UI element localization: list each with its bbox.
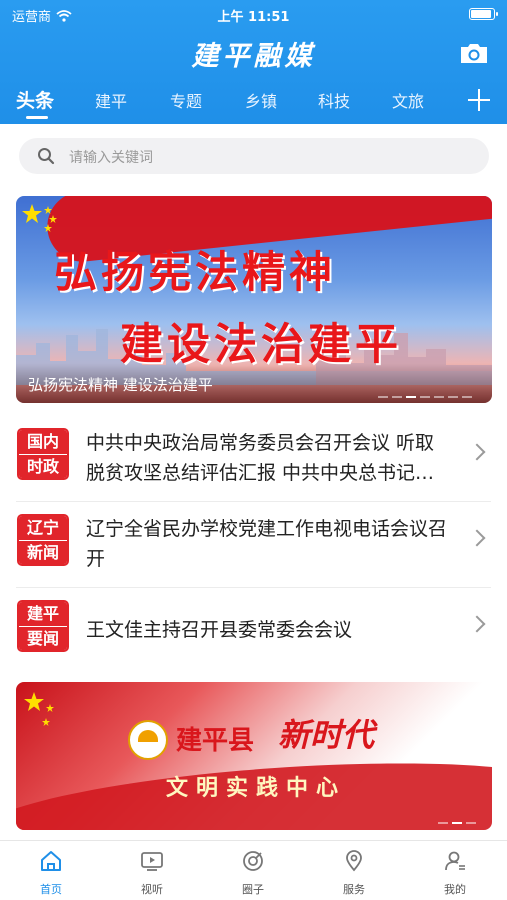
badge-line-2: 要闻 <box>19 626 67 650</box>
carousel-dot <box>378 396 388 398</box>
nav-profile[interactable]: 我的 <box>425 849 485 897</box>
home-icon <box>41 851 61 871</box>
carousel-dot-active <box>452 822 462 824</box>
tab-culture-tourism[interactable]: 文旅 <box>392 88 424 112</box>
news-item[interactable]: 辽宁 新闻 辽宁全省民办学校党建工作电视电话会议召开 <box>0 502 507 588</box>
carousel-dot <box>434 396 444 398</box>
category-badge: 辽宁 新闻 <box>17 514 69 566</box>
nav-label: 首页 <box>40 883 62 896</box>
bottom-tab-bar: 首页 视听 圈子 服务 我的 <box>0 840 507 900</box>
civilization-center-banner[interactable]: 建平县 新时代 文明实践中心 <box>16 682 492 830</box>
banner-caption: 弘扬宪法精神 建设法治建平 <box>28 376 213 394</box>
flag-stars <box>22 204 57 232</box>
category-tabs: 头条 建平 专题 乡镇 科技 文旅 <box>0 86 507 119</box>
nav-circle[interactable]: 圈子 <box>223 849 283 897</box>
badge-line-2: 时政 <box>19 454 67 478</box>
chevron-right-icon <box>468 615 486 633</box>
search-input[interactable]: 请输入关键词 <box>69 147 153 167</box>
app-title: 建平融媒 <box>191 41 316 72</box>
status-time: 上午 11:51 <box>217 10 290 25</box>
carousel-dot <box>448 396 458 398</box>
category-badge: 国内 时政 <box>17 428 69 480</box>
nav-service[interactable]: 服务 <box>324 849 384 897</box>
news-item[interactable]: 国内 时政 中共中央政治局常务委员会召开会议 听取脱贫攻坚总结评估汇报 中共中央… <box>0 416 507 502</box>
carousel-dot <box>420 396 430 398</box>
search-icon <box>38 148 55 165</box>
carousel-dot <box>392 396 402 398</box>
add-channel-icon[interactable] <box>468 89 490 111</box>
news-title: 辽宁全省民办学校党建工作电视电话会议召开 <box>86 518 448 570</box>
civilization-logo <box>128 720 168 760</box>
nav-label: 圈子 <box>242 883 264 896</box>
banner-headline-1: 弘扬宪法精神 <box>54 248 336 298</box>
news-title: 王文佳主持召开县委常委会会议 <box>86 619 353 641</box>
flag-stars <box>24 692 54 726</box>
app-screen: 运营商 上午 11:51 建平融媒 头条 建平 专题 乡镇 科技 文旅 请输入关… <box>0 0 507 900</box>
nav-label: 视听 <box>141 883 163 896</box>
chevron-right-icon <box>468 443 486 461</box>
chevron-right-icon <box>468 529 486 547</box>
badge-line-1: 国内 <box>19 430 67 454</box>
news-title: 中共中央政治局常务委员会召开会议 听取脱贫攻坚总结评估汇报 中共中央总书记习近平… <box>86 432 435 484</box>
tab-jianping[interactable]: 建平 <box>95 88 127 112</box>
nav-video[interactable]: 视听 <box>122 849 182 897</box>
video-icon <box>141 852 163 871</box>
search-bar[interactable]: 请输入关键词 <box>19 138 489 174</box>
tab-headlines[interactable]: 头条 <box>16 86 54 113</box>
tab-topics[interactable]: 专题 <box>170 88 202 112</box>
camera-icon[interactable] <box>459 42 489 64</box>
active-tab-indicator <box>26 116 48 119</box>
nav-label: 我的 <box>444 883 466 896</box>
banner-center-name: 文明实践中心 <box>166 775 347 801</box>
carousel-indicator <box>378 396 472 398</box>
user-icon <box>445 851 465 871</box>
status-bar: 运营商 上午 11:51 <box>0 6 507 25</box>
carousel-banner[interactable]: 弘扬宪法精神 建设法治建平 弘扬宪法精神 建设法治建平 <box>16 196 492 403</box>
tab-technology[interactable]: 科技 <box>318 88 350 112</box>
category-badge: 建平 要闻 <box>17 600 69 652</box>
nav-home[interactable]: 首页 <box>21 849 81 897</box>
carousel-dot <box>462 396 472 398</box>
badge-line-1: 建平 <box>19 602 67 626</box>
battery-icon <box>469 8 498 20</box>
tab-towns[interactable]: 乡镇 <box>245 88 277 112</box>
news-item[interactable]: 建平 要闻 王文佳主持召开县委常委会会议 <box>0 588 507 674</box>
circle-icon <box>243 851 263 871</box>
banner-era-text: 新时代 <box>278 716 375 754</box>
carousel-dot-active <box>406 396 416 398</box>
carousel-dot <box>466 822 476 824</box>
badge-line-2: 新闻 <box>19 540 67 564</box>
header: 运营商 上午 11:51 建平融媒 头条 建平 专题 乡镇 科技 文旅 <box>0 0 507 124</box>
badge-line-1: 辽宁 <box>19 516 67 540</box>
carousel-indicator <box>438 822 476 824</box>
nav-label: 服务 <box>343 883 365 896</box>
location-icon <box>346 850 362 872</box>
carousel-dot <box>438 822 448 824</box>
banner-county-name: 建平县 <box>176 726 255 756</box>
